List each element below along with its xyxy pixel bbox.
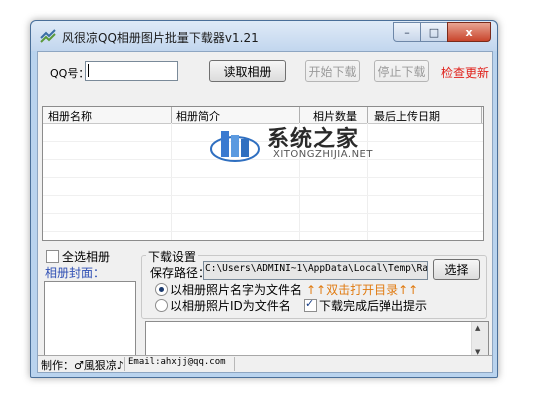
save-path-value: C:\Users\ADMINI~1\AppData\Local\Temp\Rar… bbox=[205, 263, 428, 274]
watermark: 系统之家 XITONGZHIJIA.NET bbox=[209, 121, 424, 169]
qq-input[interactable] bbox=[85, 61, 178, 81]
title-bar[interactable]: 风很凉QQ相册图片批量下载器v1.21 – □ x bbox=[31, 21, 497, 51]
scroll-up-icon[interactable]: ▲ bbox=[475, 324, 480, 332]
log-scrollbar[interactable]: ▲ ▼ bbox=[471, 322, 488, 358]
app-icon bbox=[40, 29, 56, 43]
save-path-field[interactable]: C:\Users\ADMINI~1\AppData\Local\Temp\Rar… bbox=[203, 261, 428, 280]
close-button[interactable]: x bbox=[447, 22, 491, 42]
stop-download-button[interactable]: 停止下载 bbox=[374, 60, 429, 82]
client-area: QQ号： 读取相册 开始下载 停止下载 检查更新 相册名称 相册简介 相片数量 … bbox=[37, 51, 493, 373]
minimize-button[interactable]: – bbox=[393, 22, 421, 42]
status-author: 制作：♂風狠凉♪ bbox=[41, 359, 124, 372]
log-textarea[interactable]: ▲ ▼ bbox=[145, 321, 489, 359]
select-all-label[interactable]: 全选相册 bbox=[62, 248, 110, 265]
column-header-album-name[interactable]: 相册名称 bbox=[48, 108, 92, 124]
status-email: Email:ahxjj@qq.com bbox=[128, 357, 226, 367]
browse-button[interactable]: 选择 bbox=[433, 259, 480, 280]
read-album-button[interactable]: 读取相册 bbox=[209, 60, 286, 82]
album-cover-preview bbox=[44, 281, 136, 358]
status-bar: 制作：♂風狠凉♪ Email:ahxjj@qq.com bbox=[38, 355, 492, 372]
filename-by-name-label[interactable]: 以相册照片名字为文件名 bbox=[170, 281, 302, 298]
filename-by-id-label[interactable]: 以相册照片ID为文件名 bbox=[170, 297, 291, 314]
watermark-en-text: XITONGZHIJIA.NET bbox=[273, 149, 373, 160]
main-window: 风很凉QQ相册图片批量下载器v1.21 – □ x QQ号： 读取相册 开始下载… bbox=[30, 20, 498, 378]
window-title: 风很凉QQ相册图片批量下载器v1.21 bbox=[62, 31, 259, 45]
popup-label[interactable]: 下载完成后弹出提示 bbox=[319, 297, 427, 314]
save-path-label: 保存路径： bbox=[150, 266, 211, 280]
popup-checkbox[interactable] bbox=[304, 297, 317, 312]
qq-label: QQ号： bbox=[50, 67, 90, 80]
filename-by-name-radio[interactable] bbox=[155, 283, 168, 296]
select-all-checkbox[interactable] bbox=[46, 250, 59, 263]
filename-by-id-radio[interactable] bbox=[155, 299, 168, 312]
watermark-logo-icon bbox=[210, 131, 260, 162]
download-settings-title: 下载设置 bbox=[146, 248, 199, 265]
text-cursor bbox=[88, 64, 89, 77]
open-dir-hint: ↑↑双击打开目录↑↑ bbox=[306, 283, 419, 297]
album-cover-label: 相册封面： bbox=[45, 266, 106, 280]
maximize-button[interactable]: □ bbox=[420, 22, 448, 42]
check-update-link[interactable]: 检查更新 bbox=[441, 64, 489, 81]
start-download-button[interactable]: 开始下载 bbox=[305, 60, 360, 82]
